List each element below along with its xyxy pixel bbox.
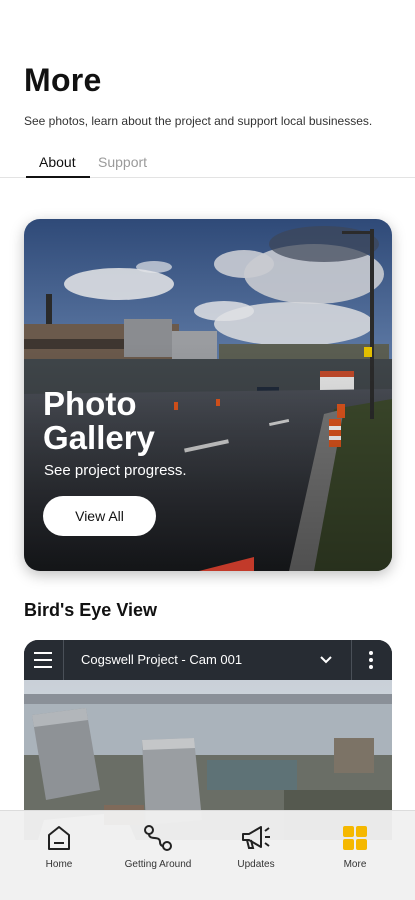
gallery-title: Photo Gallery xyxy=(43,385,155,456)
home-icon xyxy=(48,826,70,850)
nav-updates-label: Updates xyxy=(237,859,275,870)
tab-about[interactable]: About xyxy=(39,154,76,170)
megaphone-icon xyxy=(242,826,270,849)
camera-toolbar: Cogswell Project - Cam 001 xyxy=(24,640,392,680)
toolbar-divider xyxy=(351,640,352,680)
grid-icon xyxy=(343,826,367,850)
route-icon xyxy=(144,825,172,851)
menu-icon[interactable] xyxy=(34,652,52,668)
nav-getting-around-label: Getting Around xyxy=(124,859,192,870)
bottom-navigation: Home Getting Around Updates More xyxy=(0,810,415,900)
page-subtitle: See photos, learn about the project and … xyxy=(24,114,373,128)
nav-more[interactable]: More xyxy=(310,823,400,870)
toolbar-divider xyxy=(63,640,64,680)
page-title: More xyxy=(24,62,102,98)
view-all-button[interactable]: View All xyxy=(43,496,156,536)
camera-title: Cogswell Project - Cam 001 xyxy=(81,652,243,667)
nav-home[interactable]: Home xyxy=(14,823,104,870)
tab-support[interactable]: Support xyxy=(98,154,147,170)
chevron-down-icon[interactable] xyxy=(319,653,333,667)
tab-bar: About Support xyxy=(0,150,415,178)
page-header: More xyxy=(24,62,102,99)
nav-more-label: More xyxy=(343,859,367,870)
kebab-menu-icon[interactable] xyxy=(369,651,373,672)
gallery-subtitle: See project progress. xyxy=(44,462,187,479)
active-tab-indicator xyxy=(26,176,90,178)
nav-updates[interactable]: Updates xyxy=(211,823,301,870)
nav-getting-around[interactable]: Getting Around xyxy=(113,823,203,870)
nav-home-label: Home xyxy=(45,859,73,870)
birds-eye-view-heading: Bird's Eye View xyxy=(24,600,158,620)
photo-gallery-card[interactable]: Photo Gallery See project progress. View… xyxy=(24,219,392,571)
